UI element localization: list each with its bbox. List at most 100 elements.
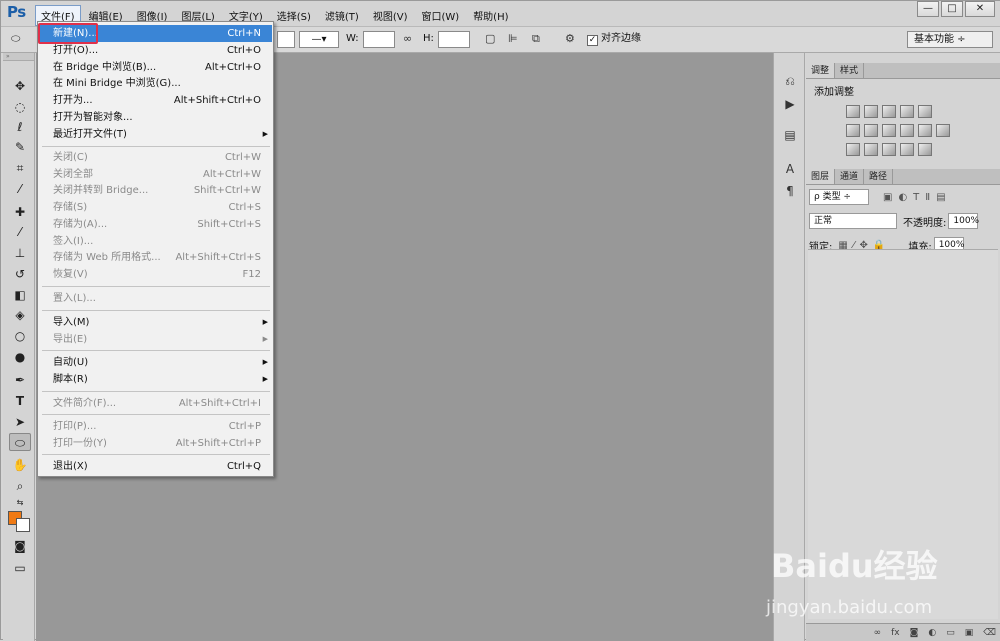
move-tool-icon[interactable]: ✥	[9, 77, 31, 95]
character-icon[interactable]: A	[782, 161, 798, 177]
channel-mixer-icon[interactable]	[918, 124, 932, 137]
blend-mode-select[interactable]: 正常	[809, 213, 897, 229]
menu-item-save: 存储(S) Ctrl+S	[53, 202, 261, 213]
posterize-icon[interactable]	[864, 143, 878, 156]
menu-item-automate[interactable]: 自动(U) ▶	[39, 354, 272, 371]
layer-kind-select[interactable]: ρ 类型 ÷	[809, 189, 869, 205]
menu-item-open-smart-object[interactable]: 打开为智能对象...	[39, 109, 272, 126]
tab-styles[interactable]: 样式	[835, 63, 865, 78]
background-color-swatch[interactable]	[16, 518, 30, 532]
menu-item-exit[interactable]: 退出(X) Ctrl+Q	[39, 458, 272, 475]
menu-select[interactable]: 选择(S)	[271, 5, 317, 26]
menu-separator	[42, 310, 270, 311]
menu-item-open[interactable]: 打开(O)... Ctrl+O	[39, 42, 272, 59]
link-layers-icon[interactable]: ∞	[874, 628, 882, 638]
dodge-tool-icon[interactable]: ●	[9, 348, 31, 366]
lasso-tool-icon[interactable]: ℓ	[9, 118, 31, 136]
fx-icon[interactable]: fx	[891, 628, 900, 638]
panel-collapse-icon[interactable]: »	[3, 53, 34, 61]
exposure-icon[interactable]	[900, 105, 914, 118]
eyedropper-tool-icon[interactable]: ⁄	[9, 180, 31, 198]
gradient-map-icon[interactable]	[918, 143, 932, 156]
color-balance-icon[interactable]	[864, 124, 878, 137]
type-tool-icon[interactable]: T	[9, 392, 31, 410]
history-icon[interactable]: ⎌	[782, 73, 798, 89]
submenu-arrow-icon: ▶	[262, 318, 268, 326]
path-alignment-icon[interactable]: ⊫	[508, 31, 518, 48]
ellipse-tool-preset-icon[interactable]: ⬭	[11, 31, 20, 48]
workspace-select[interactable]: 基本功能 ÷	[907, 31, 993, 48]
crop-tool-icon[interactable]: ⌗	[9, 159, 31, 177]
actions-icon[interactable]: ▶	[782, 96, 798, 112]
menu-item-browse-bridge[interactable]: 在 Bridge 中浏览(B)... Alt+Ctrl+O	[39, 59, 272, 76]
add-mask-icon[interactable]: ◙	[910, 628, 919, 638]
brightness-icon[interactable]	[846, 105, 860, 118]
layer-filter-icons[interactable]: ▣◐TⅡ▤	[883, 192, 952, 203]
quick-mask-icon[interactable]: ◙	[9, 537, 31, 555]
height-input[interactable]	[438, 31, 470, 48]
menu-window[interactable]: 窗口(W)	[415, 5, 465, 26]
menu-item-close-all: 关闭全部 Alt+Ctrl+W	[53, 169, 261, 180]
vibrance-icon[interactable]	[918, 105, 932, 118]
align-edges-checkbox[interactable]: ✓ 对齐边缘	[587, 31, 641, 48]
healing-brush-tool-icon[interactable]: ✚	[9, 203, 31, 221]
menu-view[interactable]: 视图(V)	[367, 5, 414, 26]
hand-tool-icon[interactable]: ✋	[9, 456, 31, 474]
brush-tool-icon[interactable]: ⁄	[9, 223, 31, 241]
maximize-button[interactable]: □	[941, 1, 963, 17]
quick-select-tool-icon[interactable]: ✎	[9, 138, 31, 156]
gear-icon[interactable]: ⚙	[565, 31, 575, 48]
eraser-tool-icon[interactable]: ◧	[9, 286, 31, 304]
shape-fill-picker[interactable]	[277, 31, 295, 48]
minimize-button[interactable]: —	[917, 1, 939, 17]
black-white-icon[interactable]	[882, 124, 896, 137]
screen-mode-icon[interactable]: ▭	[9, 559, 31, 577]
file-menu-dropdown: 新建(N)... Ctrl+N 打开(O)... Ctrl+O 在 Bridge 中…	[37, 21, 274, 477]
new-group-icon[interactable]: ▭	[946, 628, 955, 638]
new-adjustment-icon[interactable]: ◐	[928, 628, 936, 638]
blur-tool-icon[interactable]: ○	[9, 327, 31, 345]
clone-stamp-tool-icon[interactable]: ⊥	[9, 244, 31, 262]
menu-item-browse-mini-bridge[interactable]: 在 Mini Bridge 中浏览(G)...	[39, 75, 272, 92]
swap-colors-icon[interactable]: ⇆	[9, 494, 31, 512]
tab-paths[interactable]: 路径	[864, 169, 894, 184]
ellipse-tool-icon[interactable]: ⬭	[9, 433, 31, 451]
menu-separator	[42, 391, 270, 392]
delete-layer-icon[interactable]: ⌫	[983, 628, 996, 638]
pen-tool-icon[interactable]: ✒	[9, 371, 31, 389]
menu-item-open-as[interactable]: 打开为... Alt+Shift+Ctrl+O	[39, 92, 272, 109]
hue-saturation-icon[interactable]	[846, 124, 860, 137]
ps-logo: Ps	[7, 3, 26, 21]
menu-item-scripts[interactable]: 脚本(R) ▶	[39, 371, 272, 388]
threshold-icon[interactable]	[882, 143, 896, 156]
menu-item-open-recent[interactable]: 最近打开文件(T) ▶	[39, 126, 272, 143]
menu-item-import[interactable]: 导入(M) ▶	[39, 314, 272, 331]
tab-channels[interactable]: 通道	[835, 169, 865, 184]
tab-adjustments[interactable]: 调整	[806, 63, 836, 78]
levels-icon[interactable]	[864, 105, 878, 118]
tab-layers[interactable]: 图层	[806, 169, 836, 184]
submenu-arrow-icon: ▶	[262, 375, 268, 383]
path-operations-icon[interactable]: ▢	[485, 31, 495, 48]
history-brush-tool-icon[interactable]: ↺	[9, 265, 31, 283]
close-button[interactable]: ✕	[965, 1, 995, 17]
color-lookup-icon[interactable]	[936, 124, 950, 137]
opacity-input[interactable]: 100%	[948, 213, 979, 229]
new-layer-icon[interactable]: ▣	[965, 628, 974, 638]
zoom-tool-icon[interactable]: ⌕	[9, 477, 31, 495]
paragraph-icon[interactable]: ¶	[782, 183, 798, 199]
marquee-tool-icon[interactable]: ◌	[9, 98, 31, 116]
invert-icon[interactable]	[846, 143, 860, 156]
menu-filter[interactable]: 滤镜(T)	[319, 5, 365, 26]
path-arrangement-icon[interactable]: ⧉	[532, 31, 540, 48]
link-icon[interactable]: ∞	[403, 31, 412, 48]
properties-icon[interactable]: ▤	[782, 127, 798, 143]
photo-filter-icon[interactable]	[900, 124, 914, 137]
menu-help[interactable]: 帮助(H)	[467, 5, 514, 26]
width-input[interactable]	[363, 31, 395, 48]
path-select-tool-icon[interactable]: ➤	[9, 413, 31, 431]
selective-color-icon[interactable]	[900, 143, 914, 156]
paint-bucket-tool-icon[interactable]: ◈	[9, 306, 31, 324]
curves-icon[interactable]	[882, 105, 896, 118]
stroke-style-picker[interactable]: —▾	[299, 31, 339, 48]
